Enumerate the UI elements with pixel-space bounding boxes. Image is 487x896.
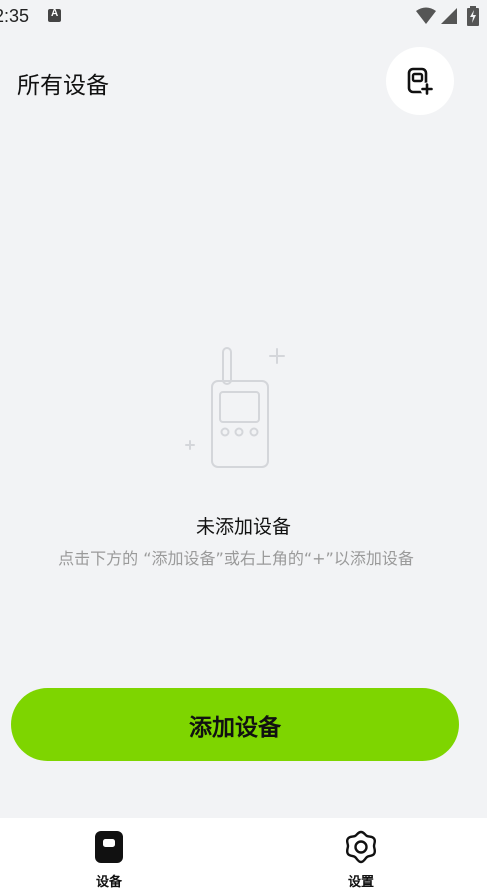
empty-state-hint: 点击下方的 “添加设备”或右上角的“+”以添加设备: [58, 549, 414, 568]
nav-label-settings: 设置: [347, 875, 374, 890]
empty-state-title: 未添加设备: [195, 516, 291, 538]
nav-item-settings[interactable]: 设置: [301, 818, 421, 896]
add-device-icon: [407, 67, 434, 96]
device-icon: [95, 831, 123, 863]
add-device-button[interactable]: 添加设备: [11, 688, 459, 761]
wifi-icon: [416, 7, 436, 24]
nav-label-devices: 设备: [95, 875, 122, 890]
status-bar: 2:35 A: [0, 0, 487, 36]
walkie-talkie-illustration: [185, 347, 285, 468]
signal-icon: [441, 8, 457, 24]
battery-charging-icon: [467, 6, 479, 26]
add-device-icon-button[interactable]: [386, 47, 454, 115]
nav-item-devices[interactable]: 设备: [49, 818, 169, 896]
bottom-nav: 设备 设置: [0, 818, 487, 896]
notification-a-glyph: A: [51, 8, 59, 19]
settings-gear-icon: [345, 830, 377, 864]
notification-a-icon: A: [48, 8, 61, 22]
screen: 2:35 A 所有设备: [0, 0, 487, 896]
status-time: 2:35: [0, 6, 30, 26]
page-title: 所有设备: [17, 73, 109, 99]
